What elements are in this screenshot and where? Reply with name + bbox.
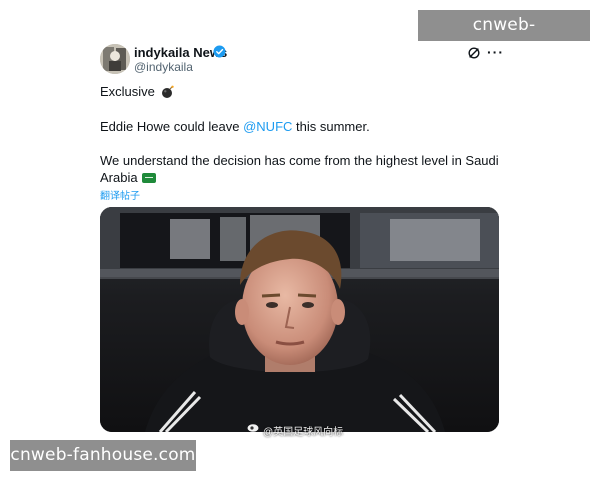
watermark-bottom: cnweb-fanhouse.com bbox=[10, 440, 196, 471]
tweet-line-4-text: Arabia bbox=[100, 170, 138, 185]
translate-post-link[interactable]: 翻译帖子 bbox=[100, 187, 140, 202]
tweet-line-3: We understand the decision has come from… bbox=[100, 153, 499, 168]
tweet-line-4: Arabia bbox=[100, 170, 156, 185]
photo-image bbox=[100, 207, 499, 432]
tweet-line-2: Eddie Howe could leave @NUFC this summer… bbox=[100, 119, 370, 134]
more-options-icon[interactable]: ··· bbox=[487, 44, 504, 60]
watermark-top: cnweb-fanhouse.com bbox=[418, 10, 590, 66]
grok-icon[interactable] bbox=[467, 46, 481, 60]
avatar-image bbox=[100, 44, 130, 74]
tweet-exclusive-text: Exclusive bbox=[100, 84, 155, 99]
saudi-flag-icon bbox=[141, 173, 156, 183]
bomb-emoji-icon bbox=[161, 85, 174, 98]
tweet-line-1: Exclusive bbox=[100, 84, 175, 99]
weibo-icon bbox=[247, 424, 259, 432]
tweet-screenshot: cnweb-fanhouse.com indykaila News @indyk… bbox=[0, 0, 600, 480]
tweet-line-2-prefix: Eddie Howe could leave bbox=[100, 119, 244, 134]
tweet-photo[interactable] bbox=[100, 207, 499, 432]
photo-credit-text: @英国足球风向标 bbox=[263, 427, 344, 438]
avatar[interactable] bbox=[100, 44, 130, 74]
mention-link[interactable]: @NUFC bbox=[243, 119, 292, 134]
tweet-line-2-suffix: this summer. bbox=[292, 119, 370, 134]
author-handle[interactable]: @indykaila bbox=[134, 60, 193, 74]
verified-badge-icon bbox=[213, 45, 226, 58]
